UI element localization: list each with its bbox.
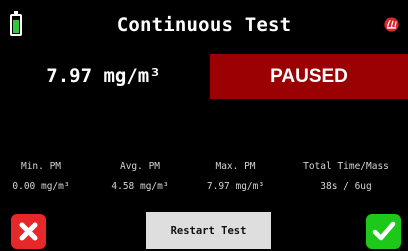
page-title: Continuous Test xyxy=(116,14,292,36)
restart-test-button[interactable]: Restart Test xyxy=(146,212,271,249)
stat-label: Max. PM xyxy=(215,161,256,172)
confirm-button[interactable] xyxy=(366,214,401,249)
cancel-button[interactable] xyxy=(11,214,46,249)
stat-label: Avg. PM xyxy=(119,161,161,172)
stat-label: Min. PM xyxy=(20,161,62,172)
stat-label: Total Time/Mass xyxy=(303,161,389,172)
stat-value: 0.00 mg/m³ xyxy=(12,181,70,192)
stat-max-pm: Max. PM 7.97 mg/m³ xyxy=(187,161,284,192)
stats-row: Min. PM 0.00 mg/m³ Avg. PM 4.58 mg/m³ Ma… xyxy=(0,161,408,201)
stat-value: 7.97 mg/m³ xyxy=(206,181,265,192)
pm-reading: 7.97 mg/m³ xyxy=(46,65,161,87)
stat-value: 4.58 mg/m³ xyxy=(111,181,169,192)
status-badge: PAUSED xyxy=(210,54,408,99)
stat-avg-pm: Avg. PM 4.58 mg/m³ xyxy=(92,161,188,192)
brand-logo-icon xyxy=(384,17,399,32)
stat-total-time-mass: Total Time/Mass 38s / 6ug xyxy=(294,161,398,192)
top-bar: Continuous Test xyxy=(0,0,408,46)
stat-min-pm: Min. PM 0.00 mg/m³ xyxy=(0,161,82,192)
close-icon xyxy=(19,222,38,241)
check-icon xyxy=(372,221,396,241)
stat-value: 38s / 6ug xyxy=(320,181,372,192)
